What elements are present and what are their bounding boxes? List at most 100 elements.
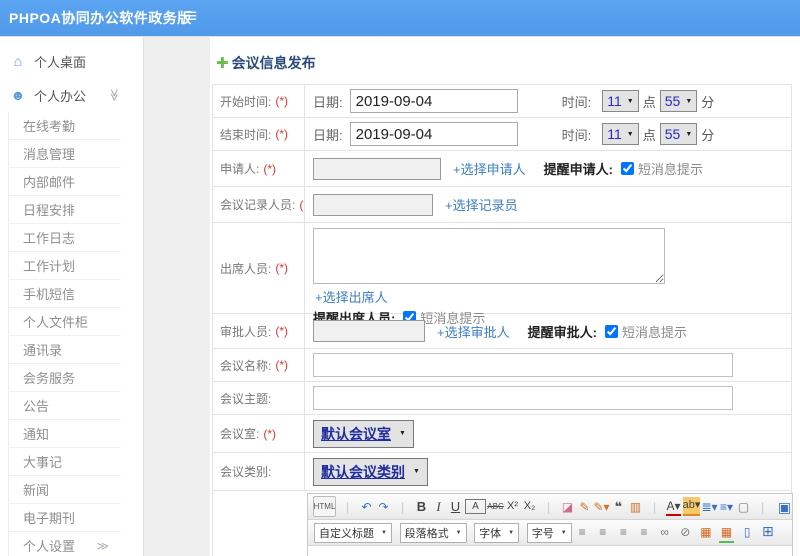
form-row-meeting-room: 会议室: (*) 默认会议室 ▼ (213, 415, 791, 453)
toolbar-separator[interactable]: | (755, 498, 770, 515)
content-gutter (144, 37, 210, 556)
unordered-list-icon[interactable]: ≡▾ (719, 498, 734, 515)
home-icon: ⌂ (13, 53, 23, 69)
attendees-textarea[interactable] (313, 228, 665, 284)
paragraph-format-select[interactable]: 段落格式 ▼ (399, 522, 467, 543)
end-time-value: 日期: 时间: 11 ▼ 点 55 ▼ 分 (305, 118, 791, 150)
sidebar-item-memorabilia[interactable]: 大事记 ≫ (8, 448, 121, 476)
meeting-name-label: 会议名称: (*) (213, 349, 305, 381)
toolbar-separator[interactable]: | (647, 498, 662, 515)
sidebar-item-news[interactable]: 新闻 ≫ (8, 476, 121, 504)
italic-icon[interactable]: I (431, 498, 446, 515)
superscript-icon[interactable]: X² (505, 498, 520, 515)
select-approver-link[interactable]: +选择审批人 (437, 322, 510, 341)
paint-format-icon[interactable]: ✎▾ (593, 498, 609, 515)
approver-sms-checkbox[interactable] (604, 324, 618, 338)
select-recorder-link[interactable]: +选择记录员 (445, 195, 518, 214)
sidebar-item-meeting-service[interactable]: 会务服务 ≫ (8, 364, 121, 392)
dropdown-arrow-icon: ▼ (685, 130, 693, 138)
font-family-select[interactable]: 字体 ▼ (474, 522, 520, 543)
field-label-text: 会议室: (220, 427, 260, 441)
sidebar-item-work-log[interactable]: 工作日志 ≫ (8, 224, 121, 252)
insert-image-icon[interactable]: ▦ (698, 524, 713, 541)
toolbar-select-label: 自定义标题 (319, 527, 374, 540)
approver-label: 审批人员: (*) (213, 314, 305, 348)
undo-icon[interactable]: ↶ (359, 498, 374, 515)
meeting-topic-input[interactable] (313, 386, 733, 410)
sidebar-item-announcement[interactable]: 公告 ≫ (8, 392, 121, 420)
start-hour-value: 11 (607, 93, 622, 109)
editor-content-area[interactable] (308, 546, 792, 556)
sidebar-item-message-management[interactable]: 消息管理 ≫ (8, 140, 121, 168)
select-attendees-link[interactable]: +选择出席人 (315, 287, 388, 306)
meeting-category-select[interactable]: 默认会议类别 ▼ (313, 457, 428, 486)
end-date-input[interactable] (349, 122, 518, 146)
align-left-icon[interactable]: ≡ (575, 524, 590, 541)
blockquote-icon[interactable]: ❝ (611, 498, 626, 515)
format-brush-icon[interactable]: ✎ (577, 498, 592, 515)
sidebar-item-label: 内部邮件 (23, 175, 76, 190)
sidebar-item-work-plan[interactable]: 工作计划 ≫ (8, 252, 121, 280)
align-right-icon[interactable]: ≡ (616, 524, 631, 541)
align-center-icon[interactable]: ≡ (595, 524, 610, 541)
new-page-icon[interactable]: ▢ (736, 498, 751, 515)
sidebar-item-e-journal[interactable]: 电子期刊 ≫ (8, 504, 121, 532)
approver-input[interactable] (313, 320, 425, 342)
underline-icon[interactable]: U (448, 498, 463, 515)
end-minute-select[interactable]: 55 ▼ (659, 123, 698, 145)
sidebar-item-personal-file-cabinet[interactable]: 个人文件柜 ≫ (8, 308, 121, 336)
sidebar-item-notice[interactable]: 通知 ≫ (8, 420, 121, 448)
toolbar-separator[interactable]: | (395, 498, 410, 515)
link-icon[interactable]: ∞ (657, 524, 672, 541)
sidebar-item-sms[interactable]: 手机短信 ≫ (8, 280, 121, 308)
font-color-icon[interactable]: A▾ (666, 497, 681, 516)
remind-approver-label: 提醒审批人: (527, 324, 597, 340)
subscript-icon[interactable]: X₂ (522, 498, 537, 515)
applicant-sms-checkbox[interactable] (620, 162, 634, 175)
start-date-input[interactable] (349, 89, 518, 113)
recorder-value: +选择记录员 (305, 187, 791, 222)
meeting-room-select[interactable]: 默认会议室 ▼ (313, 419, 414, 448)
rich-text-editor: HTML | ↶ ↷ | B I U A ABC X² X₂ | ◪ ✎ ✎▾ … (307, 493, 793, 556)
unlink-icon[interactable]: ⊘ (678, 524, 693, 541)
strikethrough-icon[interactable]: ABC (487, 498, 503, 515)
eraser-icon[interactable]: ◪ (560, 498, 575, 515)
align-justify-icon[interactable]: ≡ (637, 524, 652, 541)
font-border-icon[interactable]: A (465, 499, 486, 514)
paste-icon[interactable]: ▥ (628, 498, 643, 515)
sidebar-item-internal-mail[interactable]: 内部邮件 ≫ (8, 168, 121, 196)
end-hour-select[interactable]: 11 ▼ (602, 123, 639, 145)
field-label-text: 结束时间: (220, 127, 272, 142)
redo-icon[interactable]: ↷ (376, 498, 391, 515)
font-size-select[interactable]: 字号 ▼ (526, 522, 572, 543)
form-row-end-time: 结束时间:(*) 日期: 时间: 11 ▼ 点 55 ▼ 分 (213, 118, 791, 151)
sidebar-item-contacts[interactable]: 通讯录 ≫ (8, 336, 121, 364)
applicant-input[interactable] (313, 157, 441, 180)
start-minute-select[interactable]: 55 ▼ (659, 90, 698, 112)
chevron-icon: ≫ (96, 538, 109, 553)
ordered-list-icon[interactable]: ≣▾ (701, 498, 717, 515)
sidebar-item-personal-desktop[interactable]: ⌂ 个人桌面 ≫ (0, 44, 143, 78)
sidebar-item-label: 个人桌面 (34, 54, 87, 70)
start-hour-select[interactable]: 11 ▼ (602, 90, 639, 112)
toolbar-separator[interactable]: | (340, 498, 355, 515)
fullscreen-icon[interactable]: ▣ (777, 498, 792, 515)
sidebar-item-online-attendance[interactable]: 在线考勤 ≫ (8, 112, 121, 140)
menu-icon[interactable]: ≡ (186, 6, 197, 28)
sidebar-item-personal-settings[interactable]: 个人设置 ≫ (8, 532, 121, 556)
source-html-button[interactable]: HTML (313, 496, 336, 517)
meeting-name-input[interactable] (313, 353, 733, 377)
form-row-meeting-name: 会议名称: (*) (213, 349, 791, 382)
sidebar-item-personal-office[interactable]: ☻ 个人办公 ≫ (0, 78, 143, 112)
select-applicant-link[interactable]: +选择申请人 (453, 159, 526, 178)
sidebar-item-schedule[interactable]: 日程安排 ≫ (8, 196, 121, 224)
highlight-color-icon[interactable]: ab▾ (683, 497, 700, 516)
heading-style-select[interactable]: 自定义标题 ▼ (314, 522, 392, 543)
toolbar-separator[interactable]: | (541, 498, 556, 515)
bold-icon[interactable]: B (414, 498, 429, 515)
insert-table-icon[interactable]: ⊞ (760, 523, 775, 540)
dropdown-arrow-icon: ▼ (508, 529, 515, 536)
insert-media-icon[interactable]: ▯ (740, 524, 755, 541)
recorder-input[interactable] (313, 193, 433, 216)
upload-image-icon[interactable]: ▦ (719, 524, 735, 543)
